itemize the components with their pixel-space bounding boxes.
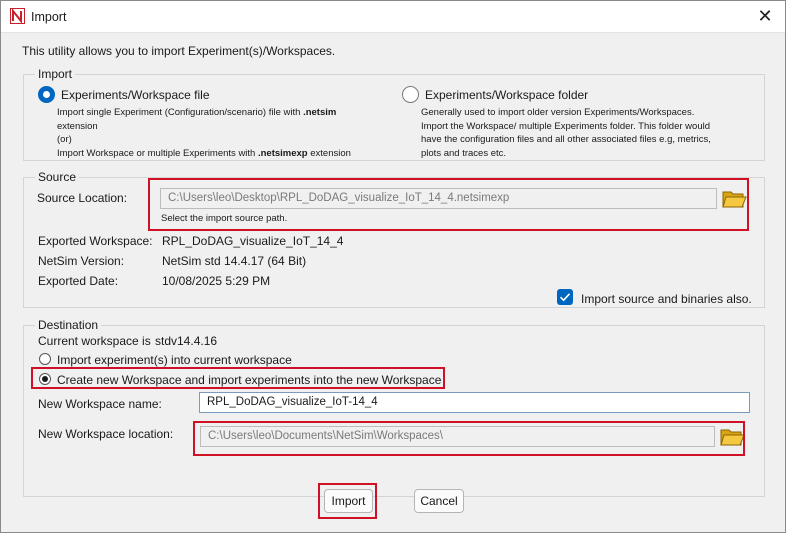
- folder-icon[interactable]: [719, 426, 745, 448]
- new-workspace-name-label: New Workspace name:: [38, 397, 162, 411]
- dialog-body: This utility allows you to import Experi…: [1, 33, 785, 532]
- create-new-workspace-radio[interactable]: [39, 373, 51, 385]
- import-button[interactable]: Import: [324, 489, 373, 513]
- current-workspace-label: Current workspace is: [38, 334, 151, 348]
- create-new-workspace-label: Create new Workspace and import experime…: [57, 373, 442, 387]
- window-title: Import: [31, 10, 67, 24]
- exported-date-value: 10/08/2025 5:29 PM: [162, 274, 271, 288]
- destination-group: Destination Current workspace is stdv14.…: [23, 318, 765, 497]
- file-option-radio[interactable]: [38, 86, 55, 103]
- title-bar: Import ✕: [1, 1, 785, 33]
- netsim-logo-icon: [10, 8, 25, 24]
- source-group: Source Source Location: C:\Users\leo\Des…: [23, 170, 765, 308]
- current-workspace-value: stdv14.4.16: [155, 334, 218, 348]
- import-binaries-checkbox[interactable]: [557, 289, 573, 305]
- new-workspace-name-input[interactable]: RPL_DoDAG_visualize_IoT-14_4: [199, 392, 750, 413]
- file-option-description: Import single Experiment (Configuration/…: [57, 106, 351, 160]
- import-binaries-label: Import source and binaries also.: [581, 292, 752, 306]
- file-desc-line4-end: extension: [307, 147, 351, 159]
- source-location-label: Source Location:: [37, 191, 128, 205]
- import-into-current-radio[interactable]: [39, 353, 51, 365]
- import-into-current-label: Import experiment(s) into current worksp…: [57, 353, 292, 367]
- folder-desc-line2: Import the Workspace/ multiple Experimen…: [421, 120, 710, 132]
- folder-option-radio[interactable]: [402, 86, 419, 103]
- exported-workspace-value: RPL_DoDAG_visualize_IoT_14_4: [162, 234, 344, 248]
- checkmark-icon: [559, 293, 571, 302]
- file-desc-line3: (or): [57, 134, 72, 145]
- close-icon[interactable]: ✕: [753, 5, 777, 27]
- folder-desc-line4: plots and traces etc.: [421, 147, 507, 159]
- exported-date-label: Exported Date:: [38, 274, 119, 288]
- cancel-button[interactable]: Cancel: [414, 489, 464, 513]
- source-location-input[interactable]: C:\Users\leo\Desktop\RPL_DoDAG_visualize…: [160, 188, 717, 209]
- file-desc-line1: Import single Experiment (Configuration/…: [57, 107, 304, 118]
- file-desc-line2: extension: [57, 120, 98, 132]
- file-desc-ext-netsimexp: .netsimexp: [257, 147, 308, 159]
- import-group: Import Experiments/Workspace file Import…: [23, 67, 765, 161]
- destination-group-title: Destination: [35, 318, 102, 332]
- folder-desc-line1: Generally used to import older version E…: [421, 107, 695, 118]
- file-desc-ext-netsim: .netsim: [303, 107, 337, 118]
- source-group-title: Source: [35, 170, 80, 184]
- new-workspace-location-label: New Workspace location:: [38, 427, 174, 441]
- file-option-label: Experiments/Workspace file: [61, 88, 210, 102]
- source-hint: Select the import source path.: [161, 213, 288, 224]
- netsim-version-label: NetSim Version:: [38, 254, 125, 268]
- file-desc-line4: Import Workspace or multiple Experiments…: [57, 147, 258, 159]
- import-group-title: Import: [35, 67, 76, 81]
- folder-desc-line3: have the configuration files and all oth…: [421, 134, 711, 145]
- import-dialog: Import ✕ This utility allows you to impo…: [0, 0, 786, 533]
- folder-icon[interactable]: [721, 188, 747, 210]
- folder-option-description: Generally used to import older version E…: [421, 106, 711, 160]
- folder-option-label: Experiments/Workspace folder: [425, 88, 589, 102]
- exported-workspace-label: Exported Workspace:: [38, 234, 153, 248]
- new-workspace-location-input[interactable]: C:\Users\leo\Documents\NetSim\Workspaces…: [200, 426, 715, 447]
- netsim-version-value: NetSim std 14.4.17 (64 Bit): [162, 254, 307, 268]
- intro-text: This utility allows you to import Experi…: [22, 44, 336, 58]
